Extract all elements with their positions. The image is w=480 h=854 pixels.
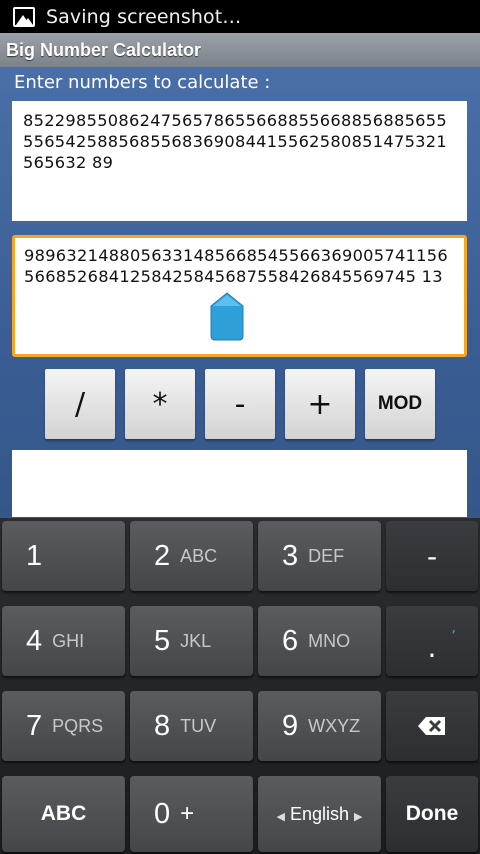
title-bar: Big Number Calculator bbox=[0, 33, 480, 67]
key-7-label: 7 bbox=[26, 709, 43, 742]
key-8-letters: TUV bbox=[180, 715, 217, 736]
key-abc[interactable]: ABC bbox=[2, 776, 125, 852]
backspace-icon bbox=[418, 717, 445, 735]
key-minus[interactable]: - bbox=[386, 521, 478, 591]
text-cursor-handle[interactable] bbox=[209, 292, 245, 342]
key-period-label: . bbox=[427, 631, 437, 664]
chevron-right-icon: ▶ bbox=[354, 810, 363, 823]
divide-button[interactable]: / bbox=[45, 369, 115, 439]
key-9-label: 9 bbox=[282, 709, 299, 742]
key-0-plus: + bbox=[180, 800, 195, 827]
key-backspace[interactable] bbox=[386, 691, 478, 761]
key-2-letters: ABC bbox=[180, 545, 218, 566]
key-done[interactable]: Done bbox=[386, 776, 478, 852]
key-language[interactable]: ◀ English ▶ bbox=[258, 776, 381, 852]
first-number-field[interactable]: 8522985508624756578655668855668856885655… bbox=[12, 101, 467, 221]
key-4-letters: GHI bbox=[52, 630, 85, 651]
key-1-label: 1 bbox=[26, 539, 43, 572]
key-4[interactable]: 4 GHI bbox=[2, 606, 125, 676]
key-8-label: 8 bbox=[154, 709, 171, 742]
key-3-label: 3 bbox=[282, 539, 299, 572]
chevron-left-icon: ◀ bbox=[276, 810, 285, 823]
key-done-label: Done bbox=[405, 802, 459, 825]
key-7[interactable]: 7 PQRS bbox=[2, 691, 125, 761]
mod-button[interactable]: MOD bbox=[365, 369, 435, 439]
key-9-letters: WXYZ bbox=[308, 715, 361, 736]
key-3[interactable]: 3 DEF bbox=[258, 521, 381, 591]
app-title: Big Number Calculator bbox=[6, 39, 202, 60]
key-minus-label: - bbox=[426, 539, 438, 573]
key-0-label: 0 bbox=[154, 797, 171, 830]
key-language-label: English bbox=[289, 803, 350, 824]
key-2-label: 2 bbox=[154, 539, 171, 572]
key-0[interactable]: 0 + bbox=[130, 776, 253, 852]
key-9[interactable]: 9 WXYZ bbox=[258, 691, 381, 761]
key-period-alt: , bbox=[451, 620, 456, 636]
key-5-letters: JKL bbox=[180, 630, 212, 651]
key-abc-label: ABC bbox=[40, 802, 87, 825]
second-number-value: 9896321488056331485668545566369005741156… bbox=[24, 246, 448, 286]
add-button[interactable]: + bbox=[285, 369, 355, 439]
subtract-button[interactable]: - bbox=[205, 369, 275, 439]
key-8[interactable]: 8 TUV bbox=[130, 691, 253, 761]
multiply-button[interactable]: * bbox=[125, 369, 195, 439]
key-2[interactable]: 2 ABC bbox=[130, 521, 253, 591]
key-6-label: 6 bbox=[282, 624, 299, 657]
result-field bbox=[12, 450, 467, 518]
key-period[interactable]: , . bbox=[386, 606, 478, 676]
key-7-letters: PQRS bbox=[52, 715, 104, 736]
key-5-label: 5 bbox=[154, 624, 171, 657]
key-5[interactable]: 5 JKL bbox=[130, 606, 253, 676]
input-prompt: Enter numbers to calculate : bbox=[14, 72, 271, 93]
image-icon bbox=[13, 6, 35, 27]
key-4-label: 4 bbox=[26, 624, 43, 657]
key-6[interactable]: 6 MNO bbox=[258, 606, 381, 676]
key-3-letters: DEF bbox=[308, 545, 345, 566]
numeric-keyboard: 1 2 ABC 3 DEF - 4 GHI 5 JKL 6 MNO , . 7 … bbox=[0, 517, 480, 854]
first-number-value: 8522985508624756578655668855668856885655… bbox=[23, 111, 447, 172]
key-1[interactable]: 1 bbox=[2, 521, 125, 591]
status-bar: Saving screenshot… bbox=[0, 0, 480, 33]
status-text: Saving screenshot… bbox=[46, 5, 242, 28]
key-6-letters: MNO bbox=[308, 630, 351, 651]
